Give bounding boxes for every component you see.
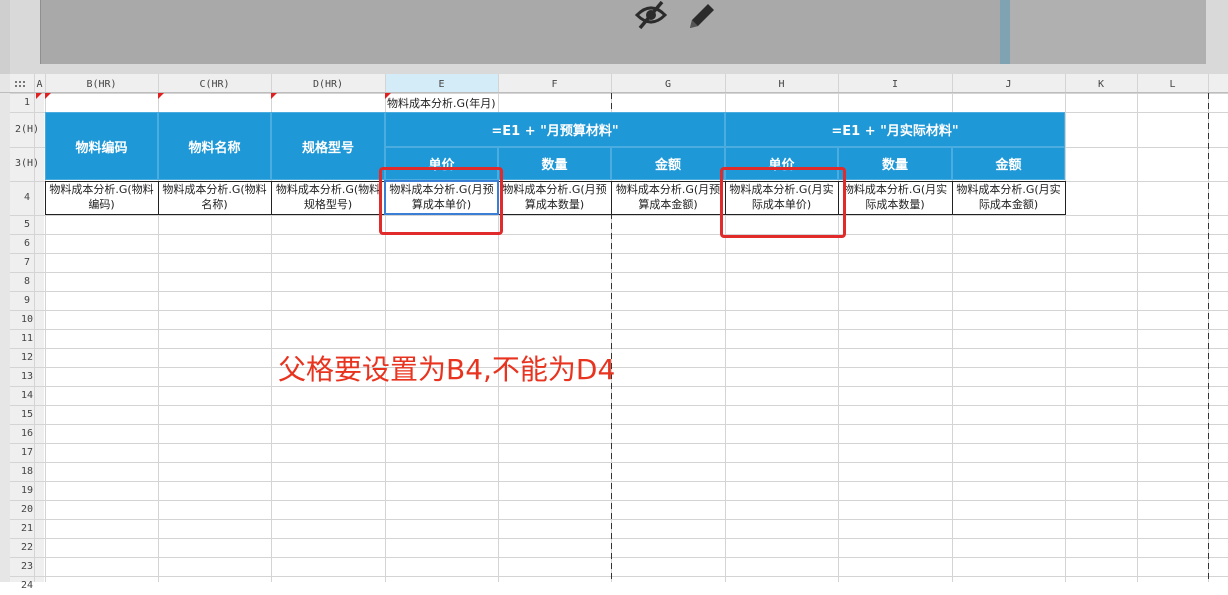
- cell-g4[interactable]: 物料成本分析.G(月预算成本金额): [611, 181, 725, 214]
- select-all-dot: [23, 81, 25, 83]
- cell-j4[interactable]: 物料成本分析.G(月实际成本金额): [952, 181, 1065, 214]
- row-header-8[interactable]: 8: [10, 272, 44, 291]
- select-all-dot: [15, 81, 17, 83]
- cell-marker-c1: [158, 93, 164, 99]
- row-header-15[interactable]: 15: [10, 405, 44, 424]
- column-header-f[interactable]: F: [498, 78, 611, 92]
- cell-marker-a1: [36, 93, 42, 99]
- header-budget-group[interactable]: =E1 + "月预算材料": [385, 112, 725, 147]
- column-header-e[interactable]: E: [385, 78, 498, 92]
- eye-off-icon[interactable]: [634, 0, 668, 32]
- column-header-k[interactable]: K: [1065, 78, 1137, 92]
- cell-e1[interactable]: 物料成本分析.G(年月): [387, 95, 496, 111]
- row-header-7[interactable]: 7: [10, 253, 44, 272]
- row-header-20[interactable]: 20: [10, 500, 44, 519]
- cell-b4[interactable]: 物料成本分析.G(物料编码): [45, 181, 158, 214]
- preview-accent-bar: [1000, 0, 1010, 64]
- highlight-box-e4: [379, 167, 503, 235]
- header-budget-amount[interactable]: 金额: [611, 147, 725, 180]
- column-header-l[interactable]: L: [1137, 78, 1208, 92]
- row-header-18[interactable]: 18: [10, 462, 44, 481]
- row-header-16[interactable]: 16: [10, 424, 44, 443]
- header-material-name[interactable]: 物料名称: [158, 112, 271, 180]
- column-header-dhr[interactable]: D(HR): [271, 78, 385, 92]
- cell-d4[interactable]: 物料成本分析.G(物料规格型号): [271, 181, 385, 214]
- row-header-19[interactable]: 19: [10, 481, 44, 500]
- row-header-2h[interactable]: 2(H): [10, 112, 44, 147]
- highlight-box-h4: [720, 167, 846, 238]
- cell-marker-b1: [45, 93, 51, 99]
- row-header-4[interactable]: 4: [10, 181, 44, 215]
- header-actual-amount[interactable]: 金额: [952, 147, 1065, 180]
- preview-right-panel: [1010, 0, 1206, 64]
- row-header-17[interactable]: 17: [10, 443, 44, 462]
- select-all-dot: [19, 81, 21, 83]
- select-all-dot: [23, 85, 25, 87]
- select-all-dot: [15, 85, 17, 87]
- cell-marker-d1: [271, 93, 277, 99]
- column-header-g[interactable]: G: [611, 78, 725, 92]
- preview-left-strip: [0, 0, 10, 74]
- column-header-j[interactable]: J: [952, 78, 1065, 92]
- row-header-11[interactable]: 11: [10, 329, 44, 348]
- header-actual-quantity[interactable]: 数量: [838, 147, 952, 180]
- row-header-24[interactable]: 24: [10, 576, 44, 595]
- row-header-14[interactable]: 14: [10, 386, 44, 405]
- cell-f4[interactable]: 物料成本分析.G(月预算成本数量): [498, 181, 611, 214]
- row-header-12[interactable]: 12: [10, 348, 44, 367]
- pencil-icon[interactable]: [686, 0, 720, 32]
- annotation-text: 父格要设置为B4,不能为D4: [278, 353, 616, 386]
- row-header-13[interactable]: 13: [10, 367, 44, 386]
- header-material-code[interactable]: 物料编码: [45, 112, 158, 180]
- column-header-h[interactable]: H: [725, 78, 838, 92]
- row-header-23[interactable]: 23: [10, 557, 44, 576]
- column-header-chr[interactable]: C(HR): [158, 78, 271, 92]
- cell-i4[interactable]: 物料成本分析.G(月实际成本数量): [838, 181, 952, 214]
- cell-c4[interactable]: 物料成本分析.G(物料名称): [158, 181, 271, 214]
- cell-marker-e1: [385, 93, 391, 99]
- preview-area: [0, 0, 1228, 74]
- column-header-a[interactable]: A: [34, 78, 45, 92]
- row-header-3h[interactable]: 3(H): [10, 147, 44, 181]
- left-margin-strip: [0, 74, 10, 582]
- row-header-5[interactable]: 5: [10, 215, 44, 234]
- row-header-21[interactable]: 21: [10, 519, 44, 538]
- column-header-i[interactable]: I: [838, 78, 952, 92]
- row-header-22[interactable]: 22: [10, 538, 44, 557]
- header-actual-group[interactable]: =E1 + "月实际材料": [725, 112, 1065, 147]
- row-header-10[interactable]: 10: [10, 310, 44, 329]
- header-budget-quantity[interactable]: 数量: [498, 147, 611, 180]
- row-header-6[interactable]: 6: [10, 234, 44, 253]
- header-spec-model[interactable]: 规格型号: [271, 112, 385, 180]
- preview-panel: [40, 0, 1002, 64]
- row-header-9[interactable]: 9: [10, 291, 44, 310]
- select-all-dot: [19, 85, 21, 87]
- column-header-bhr[interactable]: B(HR): [45, 78, 158, 92]
